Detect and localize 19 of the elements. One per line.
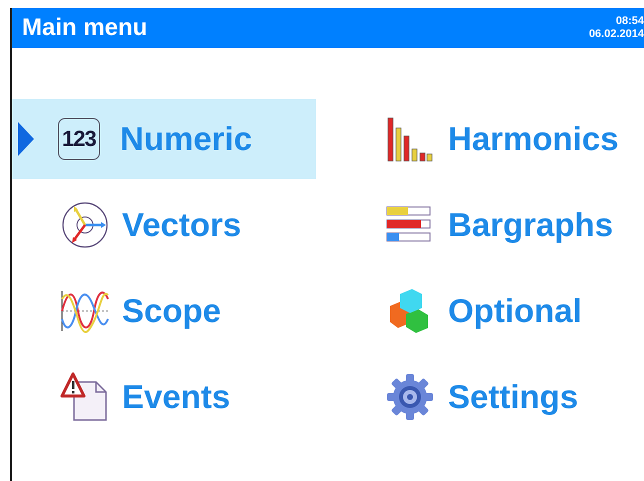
menu-item[interactable]: Events	[12, 357, 316, 437]
clock-time: 08:54	[616, 15, 644, 28]
selection-arrow-icon	[18, 122, 34, 156]
menu-item[interactable]: Scope	[12, 271, 316, 351]
waveform-icon	[60, 289, 110, 333]
warning-document-icon	[60, 372, 110, 422]
menu-item[interactable]: Harmonics	[338, 99, 642, 179]
menu-item[interactable]: 123 Numeric	[12, 99, 316, 179]
screen-title: Main menu	[22, 14, 148, 42]
clock-date: 06.02.2014	[588, 28, 644, 41]
phasor-circle-icon	[60, 200, 110, 250]
menu-item[interactable]: Settings	[338, 357, 642, 437]
menu-item[interactable]: Bargraphs	[338, 185, 642, 265]
bar-levels-icon	[386, 206, 432, 244]
menu-item[interactable]: Vectors	[12, 185, 316, 265]
bar-spectrum-icon	[386, 116, 434, 162]
numeric-icon: 123	[58, 118, 100, 160]
gear-icon	[386, 373, 434, 421]
menu-item[interactable]: Optional	[338, 271, 642, 351]
